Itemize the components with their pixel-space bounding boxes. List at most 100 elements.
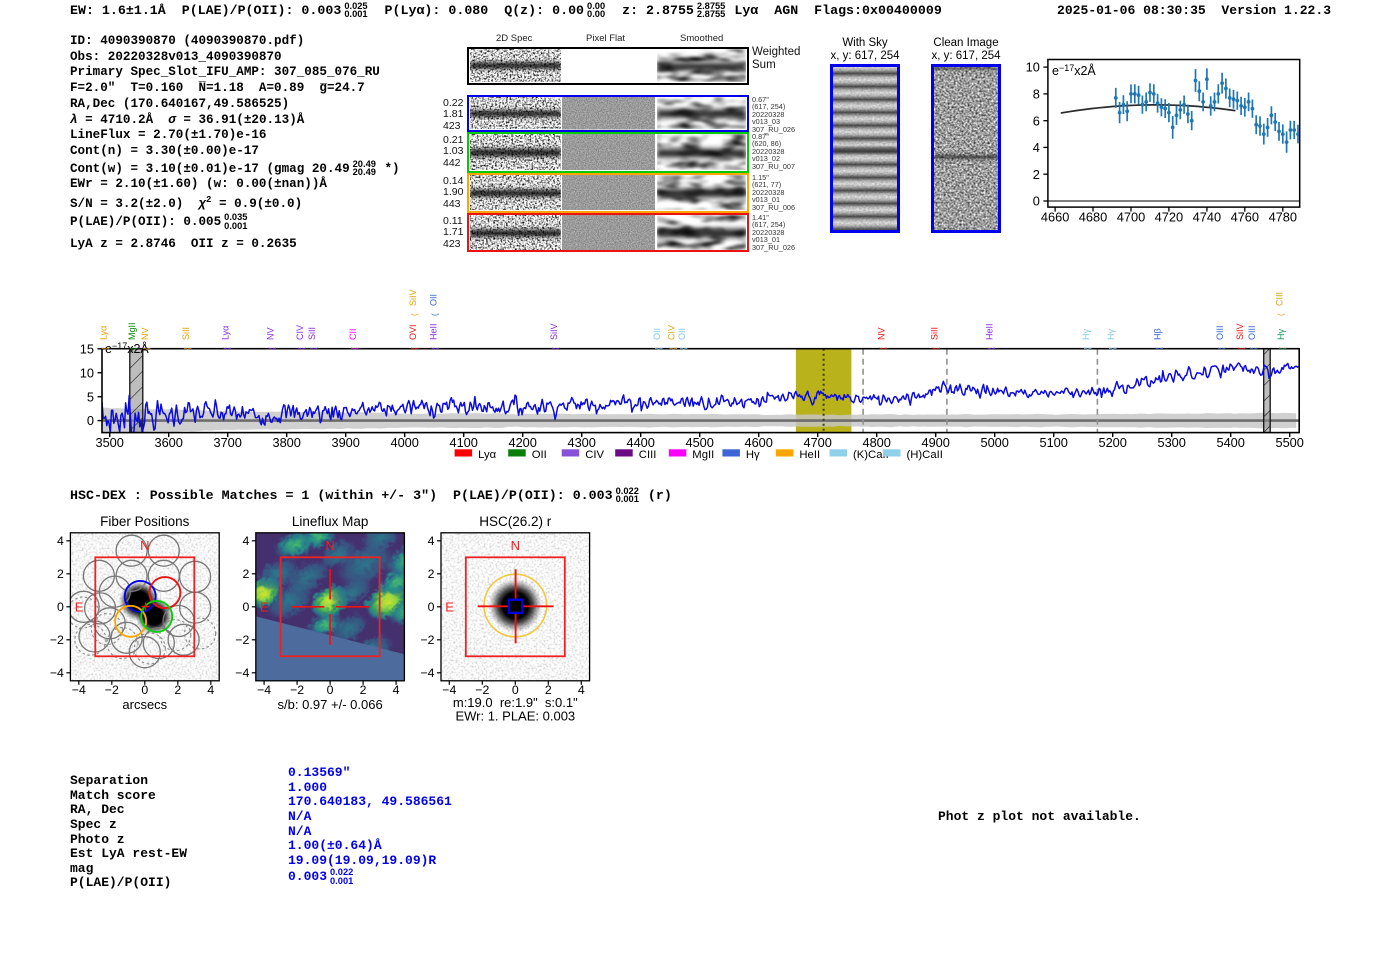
svg-text:HeII: HeII xyxy=(799,449,820,461)
svg-text:4: 4 xyxy=(1033,140,1040,155)
svg-text:{: { xyxy=(932,347,941,350)
svg-text:OVI: OVI xyxy=(408,324,418,340)
svg-text:{: { xyxy=(669,347,678,350)
svg-text:s/b: 0.97 +/- 0.066: s/b: 0.97 +/- 0.066 xyxy=(278,697,383,712)
svg-text:−4: −4 xyxy=(420,666,434,680)
svg-text:2: 2 xyxy=(360,683,367,697)
svg-text:NV: NV xyxy=(266,327,276,340)
svg-text:{: { xyxy=(268,347,277,350)
svg-text:2: 2 xyxy=(242,567,249,581)
svg-text:(: ( xyxy=(1276,313,1285,316)
svg-text:CIV: CIV xyxy=(667,325,677,340)
svg-text:(: ( xyxy=(430,313,439,316)
svg-text:SiIV: SiIV xyxy=(1235,323,1245,340)
svg-text:OII: OII xyxy=(677,328,687,340)
svg-text:NV: NV xyxy=(877,327,887,340)
svg-text:Hγ: Hγ xyxy=(1106,329,1116,340)
svg-text:10: 10 xyxy=(1026,60,1040,75)
svg-text:OII: OII xyxy=(652,328,662,340)
svg-text:0: 0 xyxy=(428,600,435,614)
svg-text:{: { xyxy=(350,347,359,350)
svg-text:0: 0 xyxy=(327,683,334,697)
svg-text:3800: 3800 xyxy=(272,435,300,450)
svg-text:3700: 3700 xyxy=(213,435,241,450)
svg-text:4: 4 xyxy=(242,534,249,548)
svg-text:{: { xyxy=(129,347,138,350)
svg-text:Hβ: Hβ xyxy=(1153,328,1163,340)
svg-text:EWr: 1. PLAE: 0.003: EWr: 1. PLAE: 0.003 xyxy=(455,709,575,724)
svg-text:4780: 4780 xyxy=(1269,210,1297,225)
svg-text:{: { xyxy=(679,347,688,350)
svg-text:OII: OII xyxy=(428,294,438,306)
svg-text:15: 15 xyxy=(80,341,94,356)
svg-text:4: 4 xyxy=(57,534,64,548)
svg-text:{: { xyxy=(1083,347,1092,350)
svg-text:4600: 4600 xyxy=(744,435,772,450)
svg-text:{: { xyxy=(1217,347,1226,350)
svg-text:{: { xyxy=(142,347,151,350)
svg-text:3500: 3500 xyxy=(95,435,123,450)
svg-text:4400: 4400 xyxy=(626,435,654,450)
svg-text:5100: 5100 xyxy=(1039,435,1067,450)
svg-text:{: { xyxy=(410,347,419,350)
svg-text:10: 10 xyxy=(80,365,94,380)
svg-text:4740: 4740 xyxy=(1193,210,1221,225)
svg-text:{: { xyxy=(1237,347,1246,350)
svg-text:0: 0 xyxy=(57,600,64,614)
svg-text:SiIV: SiIV xyxy=(408,289,418,306)
svg-text:HeII: HeII xyxy=(985,323,995,340)
svg-text:OII: OII xyxy=(532,449,547,461)
svg-text:MgII: MgII xyxy=(127,322,137,340)
svg-text:−2: −2 xyxy=(50,633,64,647)
svg-text:{: { xyxy=(223,347,232,350)
svg-text:4700: 4700 xyxy=(1117,210,1145,225)
svg-text:{: { xyxy=(987,347,996,350)
svg-text:Fiber Positions: Fiber Positions xyxy=(100,514,190,529)
svg-text:2: 2 xyxy=(428,567,435,581)
svg-text:(H)CaII: (H)CaII xyxy=(907,449,943,461)
svg-text:2: 2 xyxy=(174,683,181,697)
svg-text:4500: 4500 xyxy=(685,435,713,450)
svg-text:5000: 5000 xyxy=(980,435,1008,450)
svg-text:Hγ: Hγ xyxy=(1081,329,1091,340)
svg-text:4200: 4200 xyxy=(508,435,536,450)
svg-text:Lyα: Lyα xyxy=(221,326,231,340)
svg-text:0: 0 xyxy=(141,683,148,697)
svg-text:5500: 5500 xyxy=(1275,435,1303,450)
svg-text:4: 4 xyxy=(428,534,435,548)
svg-text:arcsecs: arcsecs xyxy=(122,697,167,712)
svg-text:{: { xyxy=(1278,347,1287,350)
svg-text:CIV: CIV xyxy=(585,449,604,461)
svg-text:4800: 4800 xyxy=(862,435,890,450)
svg-text:SiII: SiII xyxy=(181,327,191,340)
svg-text:3600: 3600 xyxy=(154,435,182,450)
svg-text:{: { xyxy=(430,347,439,350)
svg-text:N: N xyxy=(140,538,149,553)
svg-text:−4: −4 xyxy=(50,666,64,680)
svg-text:−2: −2 xyxy=(235,633,249,647)
svg-text:0: 0 xyxy=(87,413,94,428)
svg-text:−2: −2 xyxy=(420,633,434,647)
svg-text:−4: −4 xyxy=(72,683,86,697)
svg-text:OIII: OIII xyxy=(1215,325,1225,340)
svg-text:(: ( xyxy=(410,313,419,316)
svg-text:5: 5 xyxy=(87,389,94,404)
svg-text:{: { xyxy=(551,347,560,350)
svg-text:2: 2 xyxy=(57,567,64,581)
svg-text:4700: 4700 xyxy=(803,435,831,450)
svg-text:5200: 5200 xyxy=(1098,435,1126,450)
svg-text:0: 0 xyxy=(1033,194,1040,209)
svg-text:Lineflux Map: Lineflux Map xyxy=(292,514,369,529)
svg-text:SiII: SiII xyxy=(307,327,317,340)
svg-text:e−17x2Å: e−17x2Å xyxy=(1052,63,1096,78)
svg-text:HeII: HeII xyxy=(428,323,438,340)
svg-text:SiIV: SiIV xyxy=(549,323,559,340)
svg-text:5400: 5400 xyxy=(1216,435,1244,450)
svg-text:−4: −4 xyxy=(257,683,271,697)
svg-text:CIII: CIII xyxy=(639,449,657,461)
svg-text:−2: −2 xyxy=(105,683,119,697)
svg-text:E: E xyxy=(445,599,454,614)
svg-text:Lyα: Lyα xyxy=(478,449,497,461)
svg-text:HSC(26.2) r: HSC(26.2) r xyxy=(479,514,552,529)
svg-text:MgII: MgII xyxy=(692,449,714,461)
